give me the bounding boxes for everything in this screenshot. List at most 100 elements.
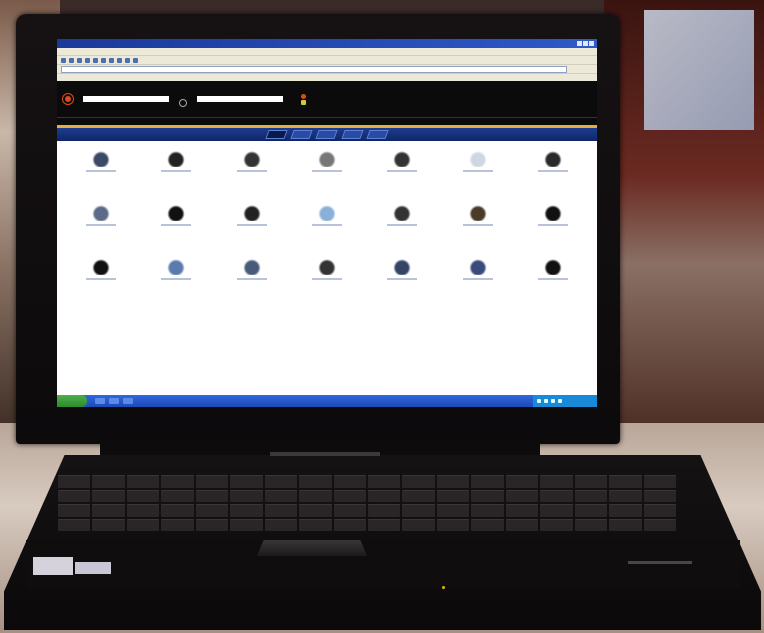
browser-toolbar xyxy=(57,55,597,64)
keyboard-key xyxy=(126,489,160,502)
keyboard-key xyxy=(471,489,504,502)
background-right xyxy=(604,0,764,440)
palm-rest xyxy=(26,540,740,588)
keyboard-key xyxy=(264,475,298,488)
keyboard-key xyxy=(505,475,539,488)
forward-icon xyxy=(69,57,74,63)
keyboard-key xyxy=(58,475,91,488)
tray-icon xyxy=(558,399,562,403)
tray-icon xyxy=(537,399,541,403)
keyboard-key xyxy=(367,504,401,517)
tab-3 xyxy=(315,130,339,139)
keyboard-key xyxy=(333,489,366,502)
photo-scene xyxy=(0,0,764,633)
tab-1 xyxy=(265,130,288,139)
product-tile xyxy=(516,205,591,249)
browser-titlebar xyxy=(57,39,597,48)
search-icon xyxy=(101,57,106,63)
taskbar-item xyxy=(123,398,133,404)
shopping-cart xyxy=(301,93,306,105)
stapler-icon xyxy=(89,151,112,167)
site-logo xyxy=(63,94,73,104)
keyboard-key xyxy=(436,504,470,517)
cables-icon xyxy=(466,259,489,275)
tab-5 xyxy=(366,130,389,139)
product-caption xyxy=(387,278,418,280)
keyboard-key xyxy=(540,475,573,488)
sticker xyxy=(33,557,73,575)
corporate-express-logo-icon xyxy=(63,94,73,104)
cartridge-icon xyxy=(391,205,414,221)
folders-icon xyxy=(315,205,338,221)
address-bar xyxy=(57,64,597,73)
product-caption xyxy=(85,278,116,280)
product-tile xyxy=(440,259,515,303)
product-caption xyxy=(236,170,267,172)
product-caption xyxy=(161,170,192,172)
product-tile xyxy=(289,259,364,303)
keyboard-key xyxy=(333,475,366,488)
product-caption xyxy=(462,224,493,226)
list-search-input xyxy=(197,96,283,102)
keyboard-key xyxy=(367,475,401,488)
product-caption xyxy=(236,224,267,226)
site-header xyxy=(57,81,597,117)
keyboard-key xyxy=(92,475,125,488)
keyboard-key xyxy=(92,518,125,531)
history-icon xyxy=(117,57,122,63)
keyboard-key xyxy=(402,504,435,517)
keyboard-key xyxy=(574,504,608,517)
product-tile xyxy=(214,151,289,195)
keyboard-key xyxy=(609,518,642,531)
keyboard xyxy=(58,475,676,531)
tv-icon xyxy=(391,259,414,275)
keyboard-key xyxy=(58,504,91,517)
keyboard-key xyxy=(471,475,504,488)
product-tile xyxy=(214,259,289,303)
projector-icon xyxy=(89,259,112,275)
product-grid xyxy=(57,141,597,303)
tray-icon xyxy=(544,399,548,403)
keyboard-key xyxy=(230,504,263,517)
product-search xyxy=(83,96,169,102)
browser-menubar xyxy=(57,48,597,55)
maximize-icon xyxy=(583,41,588,46)
shopping-cart-icon xyxy=(301,93,306,99)
notebook-icon xyxy=(315,151,338,167)
clock-icon xyxy=(391,151,414,167)
product-tile xyxy=(365,151,440,195)
background-window xyxy=(644,10,754,130)
keyboard-key xyxy=(609,489,642,502)
keyboard-key xyxy=(402,518,435,531)
laptop-screen xyxy=(57,39,597,407)
product-tile xyxy=(63,151,138,195)
paper-icon xyxy=(466,151,489,167)
window-buttons xyxy=(577,41,597,46)
keyboard-key xyxy=(609,504,642,517)
keyboard-key xyxy=(264,489,298,502)
keyboard-key xyxy=(643,518,676,531)
product-search-input xyxy=(83,96,169,102)
model-label xyxy=(270,452,380,456)
keyboard-key xyxy=(299,518,332,531)
fax-icon xyxy=(165,205,188,221)
keyboard-key xyxy=(540,504,573,517)
product-tile xyxy=(63,259,138,303)
sticker xyxy=(75,562,111,574)
keyboard-key xyxy=(161,518,194,531)
laptop-icon xyxy=(240,151,263,167)
product-caption xyxy=(387,224,418,226)
address-field xyxy=(61,65,567,73)
desk-icon xyxy=(315,259,338,275)
pens-icon xyxy=(466,205,489,221)
keyboard-key xyxy=(264,518,298,531)
product-caption xyxy=(236,278,267,280)
product-tile xyxy=(289,205,364,249)
tab-4 xyxy=(340,130,364,139)
product-caption xyxy=(161,278,192,280)
monitor-icon xyxy=(542,205,565,221)
product-tile xyxy=(365,259,440,303)
phone-icon xyxy=(240,205,263,221)
keyboard-key xyxy=(540,518,573,531)
keyboard-key xyxy=(161,489,194,502)
